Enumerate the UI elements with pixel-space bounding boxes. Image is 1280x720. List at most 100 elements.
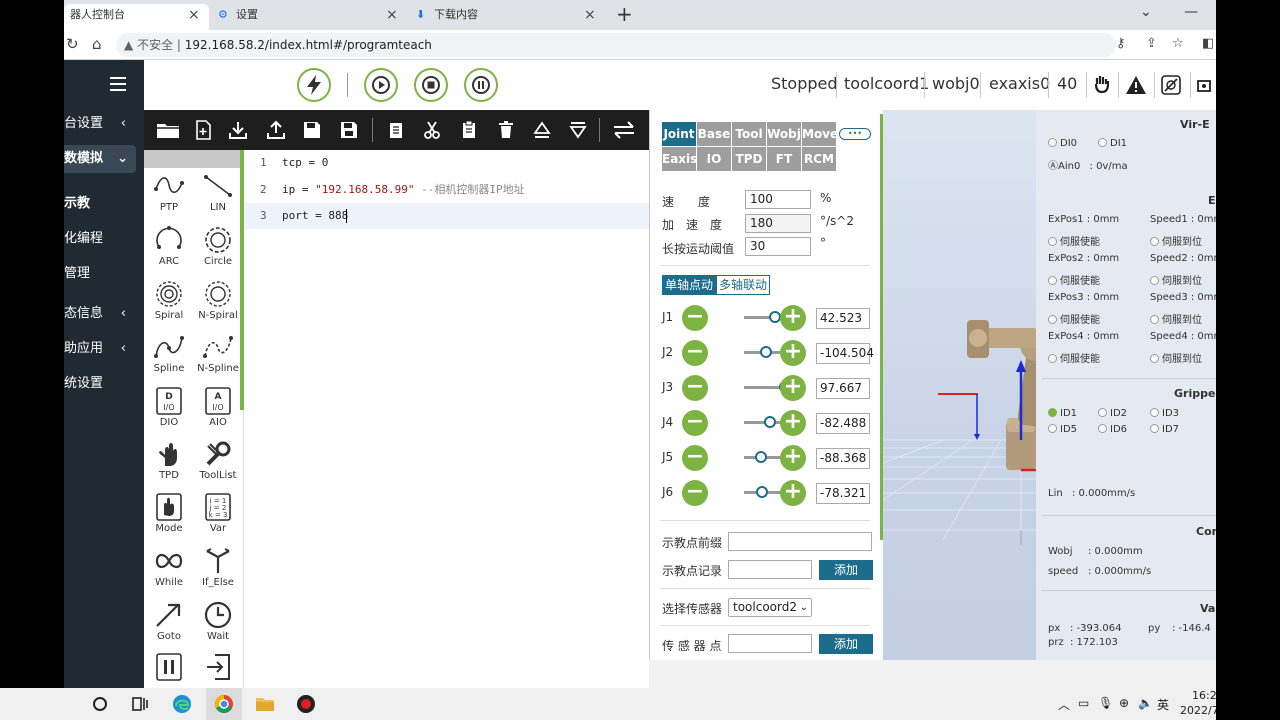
sensor-point-input[interactable] xyxy=(728,634,812,653)
tool-coord[interactable]: toolcoord1 xyxy=(844,74,929,93)
tab-ft[interactable]: FT xyxy=(767,147,801,171)
increment-button[interactable]: + xyxy=(780,410,806,436)
slider-knob[interactable] xyxy=(763,416,776,428)
increment-button[interactable]: + xyxy=(780,375,806,401)
cmd-tpd[interactable]: TPD xyxy=(144,438,194,481)
save-icon[interactable] xyxy=(302,120,322,140)
hand-icon[interactable] xyxy=(1094,74,1110,94)
tab-joint[interactable]: Joint xyxy=(662,122,696,146)
chevron-up-icon[interactable]: ︿ xyxy=(1058,696,1070,713)
move-up-icon[interactable] xyxy=(532,120,552,140)
code-line[interactable]: 1 tcp = 0 xyxy=(244,150,649,176)
gripper-id[interactable]: ID2 xyxy=(1098,408,1127,419)
battery-icon[interactable]: ▭ xyxy=(1078,696,1089,710)
gripper-id[interactable]: ID5 xyxy=(1048,424,1077,435)
decrement-button[interactable]: − xyxy=(682,375,708,401)
sensor-select[interactable]: toolcoord2 ⌄ xyxy=(728,598,812,617)
slider-knob[interactable] xyxy=(760,346,773,358)
close-icon[interactable]: × xyxy=(584,4,596,26)
slider-knob[interactable] xyxy=(754,451,767,463)
star-icon[interactable]: ☆ xyxy=(1172,36,1184,51)
increment-button[interactable]: + xyxy=(780,480,806,506)
gripper-id[interactable]: ID1 xyxy=(1048,408,1077,419)
copy-icon[interactable] xyxy=(386,120,406,140)
cmd-arc[interactable]: ARC xyxy=(144,224,194,267)
tab-eaxis[interactable]: Eaxis xyxy=(662,147,697,171)
url-field[interactable]: ▲ 不安全 | 192.168.58.2/index.html#/program… xyxy=(116,33,1116,57)
swap-icon[interactable] xyxy=(612,120,636,140)
delete-icon[interactable] xyxy=(496,120,516,140)
acc-input[interactable]: 180 xyxy=(745,214,811,233)
open-folder-icon[interactable] xyxy=(156,120,180,140)
file-explorer-icon[interactable] xyxy=(255,694,275,714)
add-sensor-button[interactable]: 添加 xyxy=(819,634,873,654)
task-view-icon[interactable] xyxy=(130,694,150,714)
stop-button[interactable] xyxy=(414,68,448,102)
cmd-n-spiral[interactable]: N-Spiral xyxy=(193,278,243,321)
cmd-mode[interactable]: Mode xyxy=(144,491,194,534)
run-button[interactable] xyxy=(364,68,398,102)
upload-icon[interactable] xyxy=(266,120,286,140)
collision-icon[interactable] xyxy=(1161,75,1181,95)
search-circle-icon[interactable] xyxy=(90,694,110,714)
increment-button[interactable]: + xyxy=(780,305,806,331)
increment-button[interactable]: + xyxy=(780,445,806,471)
sidebar-item-programming[interactable]: 化编程 xyxy=(64,225,144,253)
slider-knob[interactable] xyxy=(756,486,769,498)
cmd-spiral[interactable]: Spiral xyxy=(144,278,194,321)
tab-downloads[interactable]: ⬇ 下载内容 × xyxy=(410,4,605,30)
tab-rcm[interactable]: RCM xyxy=(802,147,836,171)
cmd-goto-end[interactable] xyxy=(193,651,243,683)
cmd-while[interactable]: While xyxy=(144,545,194,588)
cmd-lin[interactable]: LIN xyxy=(193,170,243,213)
microphone-icon[interactable]: 🎙 xyxy=(1098,696,1113,710)
edge-icon[interactable] xyxy=(172,694,192,714)
increment-button[interactable]: + xyxy=(780,340,806,366)
toggle-icon[interactable]: ••• xyxy=(839,128,871,140)
sidebar-item-teach[interactable]: 示教 xyxy=(64,190,144,218)
record-icon[interactable] xyxy=(296,694,316,714)
cut-icon[interactable] xyxy=(422,120,442,140)
share-icon[interactable]: ⇪ xyxy=(1146,36,1157,51)
add-button[interactable]: 添加 xyxy=(819,560,873,580)
tab-tpd[interactable]: TPD xyxy=(732,147,766,171)
tab-wobj[interactable]: Wobj xyxy=(767,122,801,146)
cmd-goto[interactable]: Goto xyxy=(144,599,194,642)
cmd-dio[interactable]: D I/O DIO xyxy=(144,385,194,428)
robot-icon[interactable] xyxy=(1196,75,1216,95)
save-as-icon[interactable] xyxy=(339,120,359,140)
cmd-if-else[interactable]: If_Else xyxy=(193,545,243,588)
tab-settings[interactable]: ⚙ 设置 × xyxy=(212,4,407,30)
home-icon[interactable]: ⌂ xyxy=(92,35,102,53)
network-icon[interactable]: ⊕ xyxy=(1119,696,1129,710)
new-tab-button[interactable]: + xyxy=(616,2,633,26)
decrement-button[interactable]: − xyxy=(682,305,708,331)
pause-button[interactable] xyxy=(464,68,498,102)
sidebar-item-apps[interactable]: 助应用 ‹ xyxy=(64,335,144,363)
tab-base[interactable]: Base xyxy=(697,122,731,146)
speed-input[interactable]: 100 xyxy=(745,190,811,209)
joint-value-input[interactable]: -104.504 xyxy=(816,343,874,364)
code-line-current[interactable]: 3 port = 888 xyxy=(244,203,649,229)
record-input[interactable] xyxy=(728,560,812,579)
cmd-aio[interactable]: A I/O AIO xyxy=(193,385,243,428)
cmd-circle[interactable]: Circle xyxy=(193,224,243,267)
gripper-id[interactable]: ID6 xyxy=(1098,424,1127,435)
move-down-icon[interactable] xyxy=(568,120,588,140)
tab-move[interactable]: Move xyxy=(802,122,838,146)
cmd-n-spline[interactable]: N-Spline xyxy=(193,331,243,374)
code-line[interactable]: 2 ip = "192.168.58.99" --相机控制器IP地址 xyxy=(244,177,649,203)
speed-value[interactable]: 40 xyxy=(1057,74,1077,93)
close-icon[interactable]: × xyxy=(188,4,200,26)
tab-robot-console[interactable]: 器人控制台 × xyxy=(64,4,209,30)
ime-indicator[interactable]: 英 xyxy=(1157,696,1169,713)
decrement-button[interactable]: − xyxy=(682,480,708,506)
download-icon[interactable] xyxy=(228,120,248,140)
minimize-icon[interactable]: — xyxy=(1184,4,1198,20)
volume-icon[interactable]: 🔈 xyxy=(1138,696,1153,710)
tab-single-axis[interactable]: 单轴点动 xyxy=(662,275,716,295)
code-editor[interactable]: 1 tcp = 0 2 ip = "192.168.58.99" --相机控制器… xyxy=(244,150,649,688)
tab-io[interactable]: IO xyxy=(697,147,731,171)
cmd-var[interactable]: i = 1j = 2k = 3 Var xyxy=(193,491,243,534)
decrement-button[interactable]: − xyxy=(682,340,708,366)
